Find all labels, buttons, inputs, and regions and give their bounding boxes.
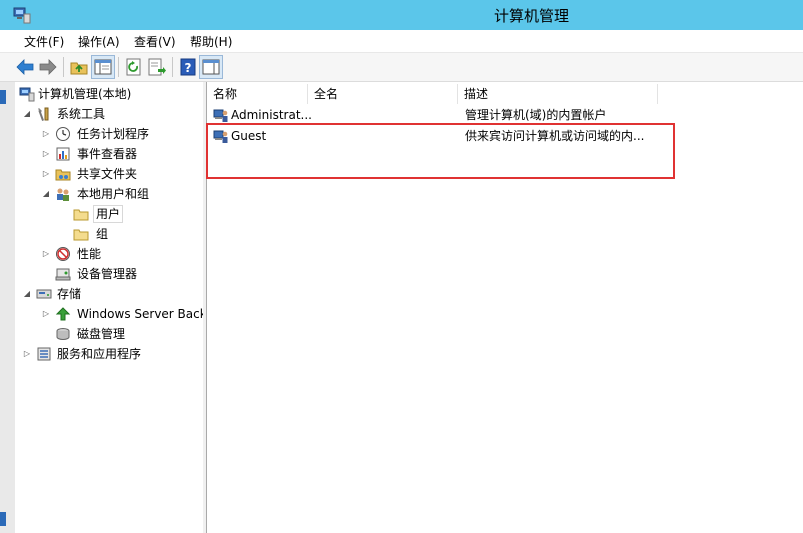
collapsed-arrow-icon[interactable]: ▷ bbox=[41, 304, 51, 324]
menu-bar: 文件(F) 操作(A) 查看(V) 帮助(H) bbox=[0, 30, 803, 53]
show-hide-tree-icon[interactable] bbox=[91, 55, 115, 79]
device-manager-icon bbox=[55, 268, 71, 281]
tree-label: 磁盘管理 bbox=[77, 327, 126, 341]
folder-icon bbox=[73, 209, 89, 221]
help-icon[interactable]: ? bbox=[177, 56, 199, 78]
tree-label: 设备管理器 bbox=[77, 267, 138, 281]
services-icon bbox=[37, 347, 51, 361]
tree-label: 性能 bbox=[77, 247, 102, 261]
tools-icon bbox=[38, 107, 49, 121]
cell-description: 管理计算机(域)的内置帐户 bbox=[465, 108, 607, 122]
console-tree: 计算机管理(本地) ◢ 系统工具 ▷ 任务计划程序 ▷ 事件查看器 ▷ 共享文件… bbox=[16, 82, 204, 533]
list-row-administrator[interactable]: Administrat... 管理计算机(域)的内置帐户 bbox=[207, 105, 803, 125]
storage-icon bbox=[36, 289, 52, 299]
menu-file[interactable]: 文件(F) bbox=[23, 33, 65, 50]
refresh-icon[interactable] bbox=[123, 56, 145, 78]
shared-folder-icon bbox=[55, 169, 71, 181]
column-header-name[interactable]: 名称 bbox=[207, 84, 308, 104]
tree-label: 存储 bbox=[57, 287, 82, 301]
expanded-arrow-icon[interactable]: ◢ bbox=[41, 184, 51, 204]
tree-label: 系统工具 bbox=[57, 107, 106, 121]
export-list-icon[interactable] bbox=[146, 56, 168, 78]
collapsed-arrow-icon[interactable]: ▷ bbox=[41, 144, 51, 164]
tree-label: 共享文件夹 bbox=[77, 167, 138, 181]
expanded-arrow-icon[interactable]: ◢ bbox=[22, 284, 32, 304]
window-title: 计算机管理 bbox=[493, 7, 569, 25]
tree-label: 计算机管理(本地) bbox=[38, 87, 132, 101]
user-icon bbox=[213, 130, 228, 143]
users-groups-icon bbox=[57, 188, 69, 201]
show-hide-action-pane-icon[interactable] bbox=[199, 55, 223, 79]
tree-label: 组 bbox=[96, 227, 109, 241]
cell-name: Administrat... bbox=[231, 108, 312, 122]
tree-label: 事件查看器 bbox=[77, 147, 138, 161]
svg-text:?: ? bbox=[185, 61, 192, 75]
tree-label: 本地用户和组 bbox=[77, 187, 150, 201]
expanded-arrow-icon[interactable]: ◢ bbox=[22, 104, 32, 124]
computer-management-icon bbox=[19, 87, 35, 102]
left-edge bbox=[0, 82, 15, 533]
disk-icon bbox=[56, 328, 70, 340]
backup-icon bbox=[55, 307, 71, 321]
toolbar: ? bbox=[0, 53, 803, 82]
collapsed-arrow-icon[interactable]: ▷ bbox=[41, 244, 51, 264]
list-row-guest[interactable]: Guest 供来宾访问计算机或访问域的内... bbox=[207, 126, 803, 146]
up-folder-icon[interactable] bbox=[68, 56, 90, 78]
user-list: 名称 全名 描述 Administrat... 管理计算机(域)的内置帐户 Gu… bbox=[206, 82, 803, 533]
menu-help[interactable]: 帮助(H) bbox=[189, 33, 233, 50]
menu-action[interactable]: 操作(A) bbox=[77, 33, 121, 50]
user-icon bbox=[213, 109, 228, 122]
back-arrow-icon[interactable] bbox=[14, 56, 36, 78]
tree-label: 服务和应用程序 bbox=[57, 347, 142, 361]
menu-view[interactable]: 查看(V) bbox=[133, 33, 177, 50]
cell-description: 供来宾访问计算机或访问域的内... bbox=[465, 129, 645, 143]
performance-icon bbox=[56, 247, 70, 261]
tree-label: 任务计划程序 bbox=[77, 127, 150, 141]
forward-arrow-icon[interactable] bbox=[37, 56, 59, 78]
tree-label: Windows Server Back bbox=[77, 307, 204, 321]
title-bar: 计算机管理 bbox=[0, 0, 803, 30]
cell-name: Guest bbox=[231, 129, 267, 143]
column-header-full-name[interactable]: 全名 bbox=[308, 84, 458, 104]
collapsed-arrow-icon[interactable]: ▷ bbox=[41, 164, 51, 184]
collapsed-arrow-icon[interactable]: ▷ bbox=[22, 344, 32, 364]
tree-label: 用户 bbox=[93, 205, 124, 223]
event-viewer-icon bbox=[56, 147, 70, 161]
column-header-description[interactable]: 描述 bbox=[458, 84, 658, 104]
clock-icon bbox=[56, 127, 70, 141]
folder-icon bbox=[73, 229, 89, 241]
collapsed-arrow-icon[interactable]: ▷ bbox=[41, 124, 51, 144]
